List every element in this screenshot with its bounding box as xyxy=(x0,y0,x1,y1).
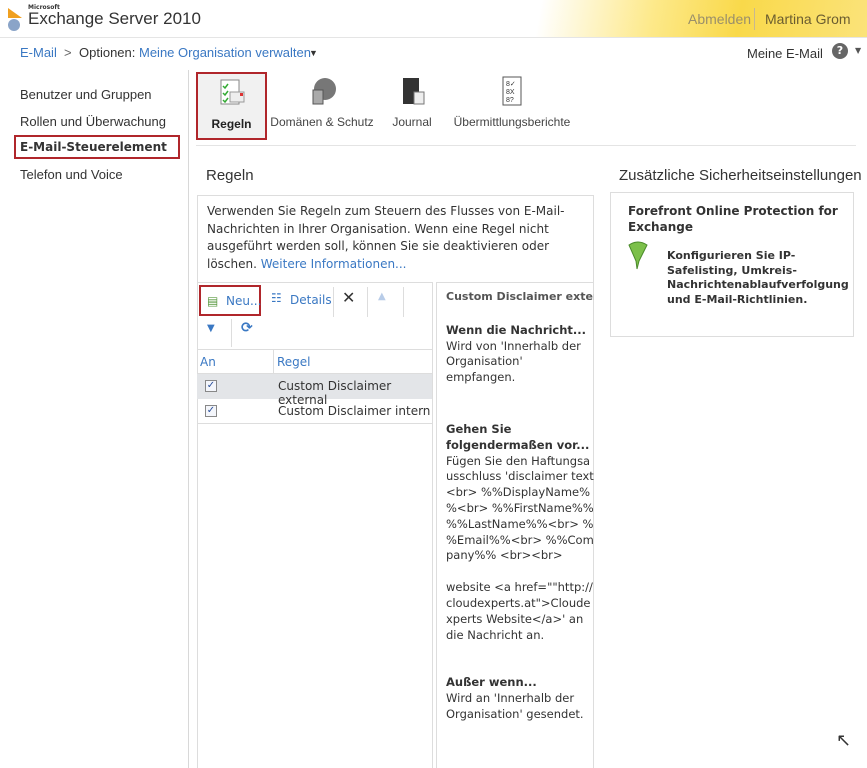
details-title: Custom Disclaimer external xyxy=(446,290,594,303)
rules-list-pane: ▤ Neu... ☷ Details ✕ ▲ ▼ ⟳ An Regel ✓ Cu… xyxy=(197,282,433,768)
svg-text:8✓: 8✓ xyxy=(506,81,516,88)
tab-domains-label: Domänen & Schutz xyxy=(270,115,374,129)
new-button[interactable]: ▤ Neu... xyxy=(199,285,261,316)
chevron-down-icon[interactable]: ▼ xyxy=(309,48,318,58)
signout-link[interactable]: Abmelden xyxy=(688,11,751,27)
condition-heading: Wenn die Nachricht... xyxy=(446,322,587,337)
app-title: Exchange Server 2010 xyxy=(28,9,201,28)
column-header-on[interactable]: An xyxy=(200,355,216,369)
fopе-heading: Forefront Online Protection for Exchange xyxy=(628,204,838,234)
nav-phone-voice[interactable]: Telefon und Voice xyxy=(20,167,123,182)
new-label: Neu... xyxy=(226,294,262,308)
rule-details-pane: Custom Disclaimer external Wenn die Nach… xyxy=(436,282,594,768)
divider xyxy=(273,350,274,374)
svg-text:8?: 8? xyxy=(506,97,514,104)
details-label: Details xyxy=(290,293,332,307)
tab-delivery-reports[interactable]: 8✓ 8X 8? Übermittlungsberichte xyxy=(452,72,572,140)
divider xyxy=(196,145,856,146)
table-row[interactable]: ✓ Custom Disclaimer external xyxy=(197,374,432,407)
details-button[interactable]: ☷ Details xyxy=(269,291,332,311)
action-heading: Gehen Sie folgendermaßen vor... xyxy=(446,421,590,452)
forefront-config-link[interactable]: Konfigurieren Sie IP-Safelisting, Umkrei… xyxy=(667,249,849,307)
nav-users-groups[interactable]: Benutzer und Gruppen xyxy=(20,87,152,102)
condition-text: Wird von 'Innerhalb der Organisation' em… xyxy=(446,338,581,385)
tab-domains-protection[interactable]: Domänen & Schutz xyxy=(270,72,374,140)
svg-text:8X: 8X xyxy=(506,89,515,96)
tab-rules[interactable]: Regeln xyxy=(196,72,267,140)
action-text-2: website <a href=""http://cloudexperts.at… xyxy=(446,580,593,642)
rule-enabled-checkbox[interactable]: ✓ xyxy=(205,380,217,392)
divider xyxy=(333,287,334,317)
rules-heading: Regeln xyxy=(206,167,254,184)
refresh-icon[interactable]: ⟳ xyxy=(241,320,253,336)
breadcrumb-email[interactable]: E-Mail xyxy=(20,45,57,60)
tab-delivery-reports-label: Übermittlungsberichte xyxy=(453,115,571,129)
divider xyxy=(403,287,404,317)
table-header: An Regel xyxy=(197,349,432,374)
tab-journal[interactable]: Journal xyxy=(388,72,436,140)
move-down-icon[interactable]: ▼ xyxy=(207,323,215,334)
forefront-icon xyxy=(628,241,648,270)
move-up-icon[interactable]: ▲ xyxy=(378,291,386,302)
breadcrumb-current[interactable]: Meine Organisation verwalten xyxy=(139,45,311,60)
tab-rules-label: Regeln xyxy=(211,117,252,131)
action-text: Fügen Sie den Haftungsausschluss 'discla… xyxy=(446,453,594,563)
details-icon: ☷ xyxy=(271,291,282,305)
security-panel: Forefront Online Protection for Exchange… xyxy=(610,192,854,337)
breadcrumb-label: Optionen: xyxy=(79,45,136,60)
delete-icon[interactable]: ✕ xyxy=(342,288,355,307)
my-mail-link[interactable]: Meine E-Mail xyxy=(747,46,823,61)
rules-icon xyxy=(220,79,244,105)
divider xyxy=(754,8,755,30)
tab-journal-label: Journal xyxy=(392,115,432,129)
help-icon[interactable]: ? xyxy=(832,43,848,59)
table-row[interactable]: ✓ Custom Disclaimer intern xyxy=(197,399,432,424)
user-name[interactable]: Martina Grom xyxy=(765,11,851,27)
divider xyxy=(367,287,368,317)
security-heading: Zusätzliche Sicherheitseinstellungen xyxy=(619,167,862,184)
column-header-rule[interactable]: Regel xyxy=(277,355,311,369)
exception-text: Wird an 'Innerhalb der Organisation' ges… xyxy=(446,691,584,721)
breadcrumb-separator: > xyxy=(64,45,72,60)
mouse-cursor-icon: ↖ xyxy=(836,730,852,751)
new-icon: ▤ xyxy=(207,294,219,308)
more-info-link[interactable]: Weitere Informationen... xyxy=(261,257,407,271)
left-nav: Benutzer und Gruppen Rollen und Überwach… xyxy=(0,70,189,768)
globe-server-icon xyxy=(312,78,336,105)
journal-book-icon xyxy=(403,78,425,105)
nav-mail-control[interactable]: E-Mail-Steuerelement xyxy=(14,135,180,159)
exchange-logo-icon xyxy=(8,8,22,31)
checklist-icon: 8✓8X8? xyxy=(502,76,522,106)
nav-roles-auditing[interactable]: Rollen und Überwachung xyxy=(20,114,166,129)
rules-description: Verwenden Sie Regeln zum Steuern des Flu… xyxy=(207,203,567,273)
exception-heading: Außer wenn... xyxy=(446,675,537,690)
rule-name: Custom Disclaimer intern xyxy=(278,404,431,418)
rule-enabled-checkbox[interactable]: ✓ xyxy=(205,405,217,417)
divider xyxy=(231,319,232,347)
help-chevron-icon[interactable]: ▼ xyxy=(855,46,861,55)
